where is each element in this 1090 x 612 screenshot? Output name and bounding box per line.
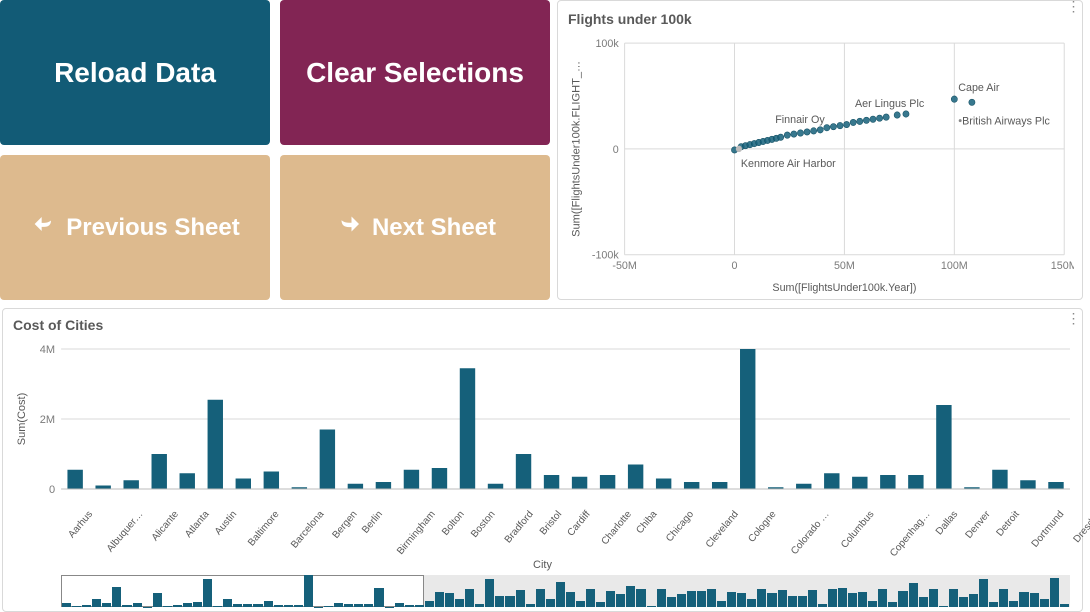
chart-menu-icon[interactable]	[1066, 315, 1080, 329]
bar-x-axis-title: City	[11, 559, 1074, 571]
scatter-title: Flights under 100k	[566, 9, 1074, 33]
clear-label: Clear Selections	[306, 57, 524, 89]
svg-text:Sum(Cost): Sum(Cost)	[16, 393, 28, 445]
svg-text:Aer Lingus Plc: Aer Lingus Plc	[855, 98, 925, 110]
minimap-bars	[61, 575, 1070, 607]
svg-text:Sum([FlightsUnder100k.FLIGHT_…: Sum([FlightsUnder100k.FLIGHT_…	[571, 61, 583, 237]
bar-category-label: Barcelona	[290, 509, 327, 551]
bar-x-labels: Aarhus Albuquer…AlicanteAtlantaAustin Balt…	[61, 503, 1074, 559]
svg-text:0: 0	[49, 484, 55, 496]
svg-text:Sum([FlightsUnder100k.Year]): Sum([FlightsUnder100k.Year])	[772, 282, 916, 294]
svg-text:2M: 2M	[40, 414, 55, 426]
svg-text:50M: 50M	[834, 260, 855, 272]
bar-category-label: Bristol	[537, 509, 563, 537]
clear-selections-button[interactable]: Clear Selections	[280, 0, 550, 145]
reload-data-button[interactable]: Reload Data	[0, 0, 270, 145]
bar-minimap-scrollbar[interactable]	[61, 575, 1070, 607]
scatter-plot-area[interactable]: -50M050M100M150M-100k0100kSum([FlightsUn…	[566, 33, 1074, 295]
bar-chart-card: Cost of Cities 0 2M 4M Sum(Cost) Aarhus Albu…	[2, 308, 1083, 612]
next-sheet-button[interactable]: Next Sheet	[280, 155, 550, 300]
bar-category-label: Albuquer…	[105, 509, 146, 554]
reload-label: Reload Data	[54, 57, 216, 89]
svg-text:0: 0	[732, 260, 738, 272]
bar-category-label: Charlotte	[599, 509, 634, 547]
bar-category-label: Cardiff	[566, 509, 593, 539]
bar-category-label: Cleveland	[704, 509, 741, 550]
bar-category-label: Aarhus	[66, 509, 95, 540]
previous-sheet-button[interactable]: Previous Sheet	[0, 155, 270, 300]
bar-category-label: Bradford	[503, 509, 536, 545]
bar-category-label: Atlanta	[183, 509, 211, 540]
svg-text:Cape Air: Cape Air	[958, 82, 1000, 94]
arrow-forward-icon	[334, 209, 364, 246]
svg-text:4M: 4M	[40, 344, 55, 356]
bar-category-label: Dallas	[934, 509, 960, 537]
arrow-back-icon	[30, 210, 58, 245]
svg-text:150M: 150M	[1051, 260, 1074, 272]
bar-category-label: Berlin	[360, 509, 385, 536]
bar-category-label: Austin	[213, 509, 239, 537]
svg-text:Kenmore Air Harbor: Kenmore Air Harbor	[741, 158, 836, 170]
bar-category-label: Baltimore	[246, 509, 282, 548]
next-label: Next Sheet	[372, 214, 496, 242]
svg-text:100k: 100k	[595, 38, 619, 50]
bar-title: Cost of Cities	[11, 315, 1074, 339]
svg-text:Finnair Oy: Finnair Oy	[775, 114, 825, 126]
top-row: Reload Data Clear Selections Previous Sh…	[0, 0, 1090, 300]
chart-menu-icon[interactable]	[1066, 3, 1080, 17]
bar-category-label: Copenhag…	[888, 509, 933, 559]
bar-category-label: Detroit	[995, 509, 1022, 539]
bar-category-label: Dresden	[1071, 509, 1090, 545]
bar-category-label: Alicante	[149, 509, 180, 543]
svg-text:0: 0	[613, 144, 619, 156]
bar-category-label: Dortmund	[1030, 509, 1067, 550]
svg-text:British Airways Plc: British Airways Plc	[962, 116, 1050, 128]
prev-label: Previous Sheet	[66, 214, 239, 242]
svg-text:-100k: -100k	[592, 250, 619, 262]
bar-category-label: Boston	[469, 509, 497, 540]
bar-plot-area[interactable]: 0 2M 4M Sum(Cost)	[11, 343, 1074, 503]
svg-text:100M: 100M	[941, 260, 968, 272]
scatter-chart-card: Flights under 100k -50M050M100M150M-100k…	[557, 0, 1083, 300]
bar-category-label: Denver	[964, 509, 993, 541]
bar-category-label: Chiba	[635, 509, 660, 536]
action-button-grid: Reload Data Clear Selections Previous Sh…	[0, 0, 550, 300]
bar-category-label: Cologne	[746, 509, 778, 545]
bar-category-label: Columbus	[839, 509, 876, 551]
bar-category-label: Colorado …	[789, 509, 832, 557]
bar-category-label: Chicago	[664, 509, 696, 544]
bar-category-label: Birmingham	[395, 509, 438, 557]
bar-category-label: Bolton	[440, 509, 467, 538]
bar-category-label: Bergen	[330, 509, 359, 541]
